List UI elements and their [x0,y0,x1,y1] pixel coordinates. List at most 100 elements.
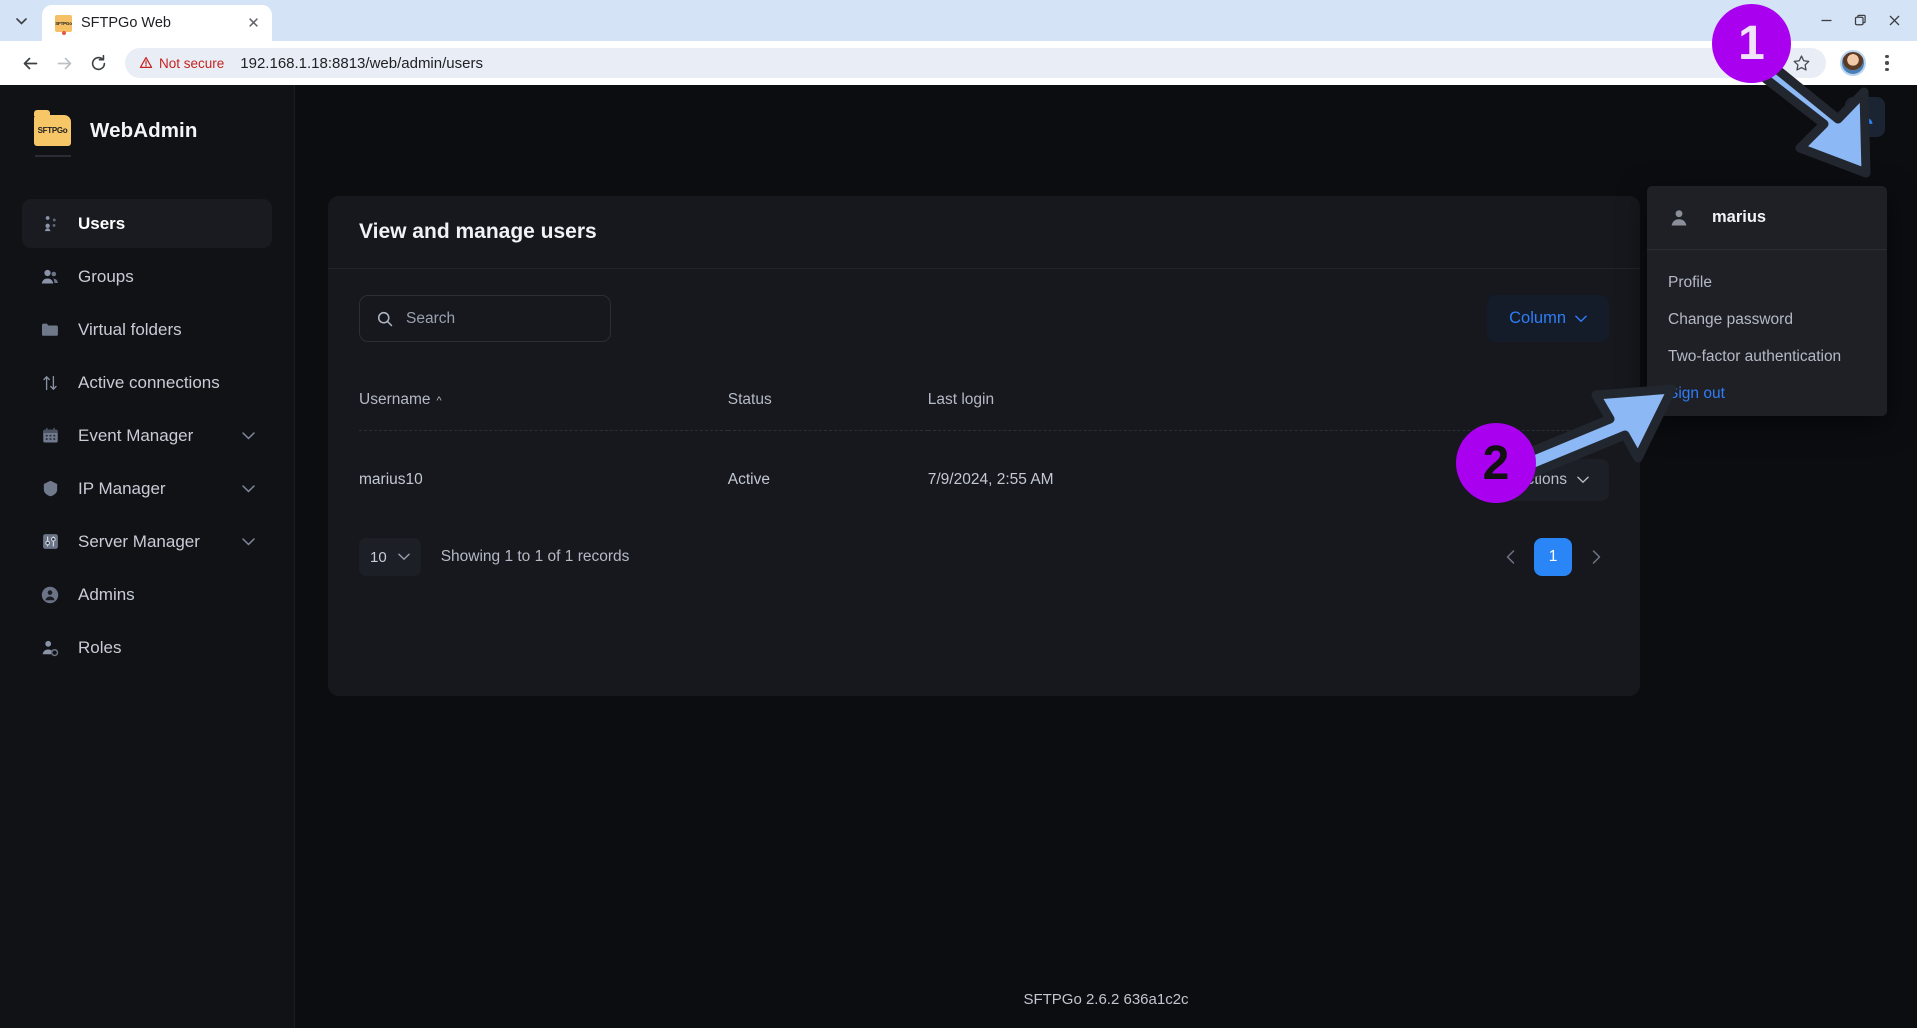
sidebar-item-label: Users [78,213,126,233]
menu-item-label: Profile [1668,273,1712,291]
sidebar-item-virtual-folders[interactable]: Virtual folders [22,305,272,354]
user-avatar-icon[interactable] [1845,96,1885,137]
page-size-select[interactable]: 10 [359,538,421,576]
key-icon[interactable] [1746,46,1780,80]
column-header-username[interactable]: Username ^ [359,391,728,431]
forward-arrow-icon [47,46,81,80]
address-bar[interactable]: Not secure 192.168.1.18:8813/web/admin/u… [125,48,1826,78]
sidebar-item-ip-manager[interactable]: IP Manager [22,464,272,513]
sign-out-menu-item[interactable]: Sign out [1647,375,1887,412]
menu-item-two-factor-authentication[interactable]: Two-factor authentication [1647,338,1887,375]
page-number-1[interactable]: 1 [1534,538,1572,576]
sidebar-item-label: Groups [78,266,134,286]
brand-name: WebAdmin [90,118,198,142]
menu-item-label: Change password [1668,310,1793,328]
calendar-icon [39,425,61,447]
sidebar-item-label: IP Manager [78,478,166,498]
user-dropdown-menu: marius Profile Change password Two-facto… [1647,186,1887,416]
groups-icon [39,266,61,288]
table-header-row: Username ^ Status Last login [359,391,1609,431]
menu-item-label: Two-factor authentication [1668,347,1842,365]
cell-status: Active [727,471,770,488]
folder-icon [39,319,61,341]
tab-search-icon[interactable] [4,4,38,38]
column-visibility-button[interactable]: Column [1487,295,1609,342]
sidebar-nav: Users Groups Virtual folders Active conn… [0,199,294,672]
maximize-icon[interactable] [1843,4,1877,38]
transfer-arrows-icon [39,372,61,394]
app-topbar [295,85,1917,148]
column-header-status[interactable]: Status [728,391,928,431]
menu-item-change-password[interactable]: Change password [1647,301,1887,338]
tab-title: SFTPGo Web [81,15,171,31]
page-title: View and manage users [359,220,597,243]
moon-icon[interactable] [1801,97,1841,137]
records-count-text: Showing 1 to 1 of 1 records [440,548,630,565]
window-close-icon[interactable] [1877,4,1911,38]
sidebar-item-groups[interactable]: Groups [22,252,272,301]
row-actions-button[interactable]: Actions [1496,459,1609,501]
browser-tabstrip: SFTPGo SFTPGo Web ✕ [0,0,1917,41]
star-icon[interactable] [1784,46,1818,80]
sidebar-item-admins[interactable]: Admins [22,570,272,619]
browser-tab[interactable]: SFTPGo SFTPGo Web ✕ [42,5,272,41]
chevron-right-icon[interactable] [1583,544,1609,570]
sidebar-item-active-connections[interactable]: Active connections [22,358,272,407]
warning-triangle-icon [139,56,153,70]
column-header-label: Username [359,391,431,408]
chevron-down-icon [242,429,255,443]
not-secure-indicator[interactable]: Not secure [139,56,224,71]
sidebar-item-label: Admins [78,584,135,604]
sidebar-item-label: Roles [78,637,122,657]
column-button-label: Column [1509,309,1566,327]
pagination: 1 [1497,538,1609,576]
close-icon[interactable]: ✕ [245,15,262,32]
actions-button-label: Actions [1516,471,1567,488]
card-header: View and manage users [328,196,1640,269]
reload-icon[interactable] [81,46,115,80]
back-arrow-icon[interactable] [13,46,47,80]
minimize-icon[interactable] [1809,4,1843,38]
chevron-down-icon [1575,314,1587,323]
sftpgo-favicon-icon: SFTPGo [55,14,72,32]
users-card: View and manage users Column [328,196,1640,696]
browser-toolbar: Not secure 192.168.1.18:8813/web/admin/u… [0,41,1917,85]
table-row[interactable]: marius10 Active 7/9/2024, 2:55 AM Action… [359,431,1609,501]
cell-last-login: 7/9/2024, 2:55 AM [927,471,1054,488]
sliders-icon [39,531,61,553]
menu-item-profile[interactable]: Profile [1647,264,1887,301]
sidebar-item-roles[interactable]: Roles [22,623,272,672]
user-menu-header: marius [1647,186,1887,250]
table-body: marius10 Active 7/9/2024, 2:55 AM Action… [359,431,1609,501]
caret-up-icon: ^ [436,395,442,407]
cell-actions: Actions [1403,431,1609,501]
table-head: Username ^ Status Last login [359,391,1609,431]
sftpgo-logo-icon: SFTPGo [34,110,71,146]
chevron-left-icon[interactable] [1497,544,1523,570]
table-footer: 10 Showing 1 to 1 of 1 records 1 [359,538,1609,576]
search-box[interactable] [359,295,611,342]
page-size-value: 10 [370,548,387,566]
sidebar-item-server-manager[interactable]: Server Manager [22,517,272,566]
sidebar-item-users[interactable]: Users [22,199,272,248]
chevron-down-icon [1577,476,1589,484]
chevron-down-icon [397,553,410,561]
sidebar: SFTPGo WebAdmin Users Groups Virtual fol… [0,85,295,1028]
user-icon [1668,207,1690,229]
url-text: 192.168.1.18:8813/web/admin/users [240,54,483,72]
sidebar-item-label: Virtual folders [78,319,182,339]
brand[interactable]: SFTPGo WebAdmin [0,85,294,146]
kebab-menu-icon[interactable] [1870,46,1904,80]
sidebar-item-event-manager[interactable]: Event Manager [22,411,272,460]
column-header-last-login[interactable]: Last login [928,391,1403,431]
column-header-actions [1403,391,1609,431]
search-icon [376,310,394,328]
sidebar-item-label: Active connections [78,372,220,392]
app-version-footer: SFTPGo 2.6.2 636a1c2c [1023,991,1189,1008]
user-menu-username: marius [1712,208,1767,226]
user-menu-list: Profile Change password Two-factor authe… [1647,250,1887,412]
chevron-down-icon [242,535,255,549]
column-header-label: Last login [927,391,995,408]
chrome-profile-avatar[interactable] [1836,46,1870,80]
search-input[interactable] [406,309,594,328]
